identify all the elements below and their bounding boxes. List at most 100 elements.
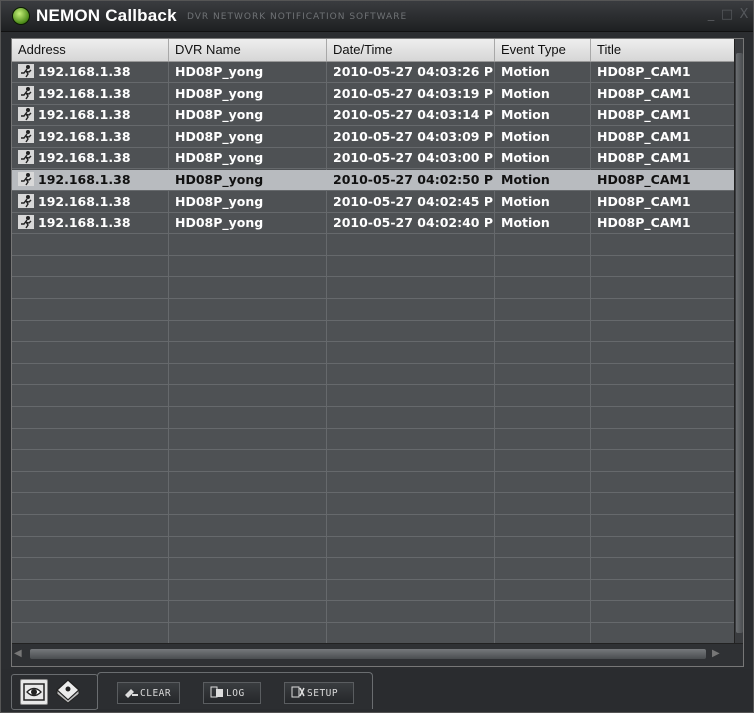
table-cell-title: HD08P_CAM1 [591,148,734,168]
running-man-icon [18,64,34,78]
table-cell-datetime: 2010-05-27 04:03:14 PM [327,105,494,125]
running-man-icon [18,128,34,143]
table-row [12,386,734,407]
cell-text: HD08P_yong [175,107,264,123]
table-row [12,278,734,299]
table-row[interactable]: 192.168.1.38 HD08P_yong 2010-05-27 04:03:2… [12,62,734,83]
setup-icon [291,686,305,698]
table-row [12,602,734,623]
table-cell-title: HD08P_CAM1 [591,105,734,125]
title-bar[interactable]: NEMON Callback DVR NETWORK NOTIFICATION … [1,1,753,32]
cell-text: 192.168.1.38 [38,172,131,187]
table-cell-title: HD08P_CAM1 [591,84,734,104]
cell-text: Motion [501,193,550,209]
cell-text: HD08P_yong [175,150,264,166]
cell-text: 192.168.1.38 [38,193,131,209]
table-row [12,624,734,645]
setup-button[interactable]: SETUP [284,682,354,704]
cell-text: HD08P_CAM1 [597,64,691,79]
table-row [12,494,734,515]
app-title: NEMON Callback [36,6,177,25]
column-header-dvr-name[interactable]: DVR Name [169,39,327,61]
column-header-datetime[interactable]: Date/Time [327,39,495,61]
cell-text: HD08P_CAM1 [597,172,691,187]
table-row[interactable]: 192.168.1.38 HD08P_yong 2010-05-27 04:03:0… [12,127,734,148]
app-window: NEMON Callback DVR NETWORK NOTIFICATION … [0,0,754,713]
table-cell-dvr: HD08P_yong [169,170,326,190]
running-man-icon [18,150,34,165]
log-button[interactable]: LOG [203,682,261,704]
app-logo-icon [12,7,30,25]
horizontal-scroll-thumb[interactable] [30,649,706,659]
column-header-address[interactable]: Address [12,39,169,61]
eye-icon[interactable] [20,679,48,705]
table-cell-event: Motion [495,148,590,168]
cell-text: 2010-05-27 04:03:26 PM [333,64,494,79]
table-cell-address: 192.168.1.38 [12,105,168,125]
maximize-button[interactable]: □ [719,7,735,23]
table-cell-title: HD08P_CAM1 [591,213,734,233]
table-cell-dvr: HD08P_yong [169,148,326,168]
cell-text: HD08P_CAM1 [597,150,691,166]
scroll-left-icon[interactable]: ◀ [14,648,22,659]
cell-text: Motion [501,150,550,166]
table-row [12,408,734,429]
map-icon[interactable] [54,678,82,704]
cell-text: Motion [501,128,550,144]
table-cell-datetime: 2010-05-27 04:02:40 PM [327,213,494,233]
table-row[interactable]: 192.168.1.38 HD08P_yong 2010-05-27 04:02:4… [12,192,734,213]
table-row [12,559,734,580]
grid-body: 192.168.1.38 HD08P_yong 2010-05-27 04:03:2… [12,62,734,665]
table-cell-address: 192.168.1.38 [12,62,168,82]
column-header-title[interactable]: Title [591,39,734,61]
table-cell-address: 192.168.1.38 [12,170,168,190]
table-row [12,580,734,602]
scroll-right-icon[interactable]: ▶ [712,648,720,659]
close-button[interactable]: X [736,7,752,23]
table-row [12,256,734,278]
horizontal-scrollbar[interactable]: ◀ ▶ [12,643,743,666]
cell-text: 2010-05-27 04:03:14 PM [333,107,494,123]
minimize-button[interactable]: _ [703,7,719,23]
table-row[interactable]: 192.168.1.38 HD08P_yong 2010-05-27 04:02:4… [12,213,734,235]
log-label: LOG [226,688,245,699]
cell-text: HD08P_yong [175,215,264,231]
table-cell-dvr: HD08P_yong [169,105,326,125]
clear-button[interactable]: CLEAR [117,682,180,704]
table-cell-datetime: 2010-05-27 04:02:50 PM [327,170,494,190]
cell-text: 2010-05-27 04:03:00 PM [333,150,494,166]
table-cell-event: Motion [495,213,590,233]
clear-icon [125,689,138,698]
table-cell-address: 192.168.1.38 [12,148,168,168]
table-cell-dvr: HD08P_yong [169,213,326,233]
cell-text: 192.168.1.38 [38,107,131,123]
cell-text: 192.168.1.38 [38,85,131,101]
vertical-scrollbar[interactable] [734,39,743,643]
vertical-scroll-thumb[interactable] [736,53,743,633]
running-man-icon [18,107,34,122]
table-cell-event: Motion [495,192,590,212]
table-cell-event: Motion [495,170,590,190]
table-row[interactable]: 192.168.1.38 HD08P_yong 2010-05-27 04:03:1… [12,105,734,127]
table-cell-event: Motion [495,127,590,147]
cell-text: HD08P_yong [175,172,264,187]
table-cell-event: Motion [495,62,590,82]
table-row [12,321,734,343]
cell-text: HD08P_CAM1 [597,193,691,209]
table-cell-datetime: 2010-05-27 04:03:26 PM [327,62,494,82]
column-header-event-type[interactable]: Event Type [495,39,591,61]
cell-text: 2010-05-27 04:02:40 PM [333,215,494,231]
cell-text: HD08P_yong [175,193,264,209]
table-row[interactable]: 192.168.1.38 HD08P_yong 2010-05-27 04:03:1… [12,84,734,105]
table-cell-datetime: 2010-05-27 04:03:00 PM [327,148,494,168]
table-row[interactable]: 192.168.1.38 HD08P_yong 2010-05-27 04:02:5… [12,170,734,191]
cell-text: HD08P_CAM1 [597,215,691,231]
table-row[interactable]: 192.168.1.38 HD08P_yong 2010-05-27 04:03:0… [12,148,734,170]
table-cell-address: 192.168.1.38 [12,192,168,212]
table-cell-dvr: HD08P_yong [169,84,326,104]
cell-text: HD08P_yong [175,64,264,79]
table-cell-title: HD08P_CAM1 [591,192,734,212]
table-row [12,537,734,559]
cell-text: 192.168.1.38 [38,128,131,144]
cell-text: Motion [501,107,550,123]
